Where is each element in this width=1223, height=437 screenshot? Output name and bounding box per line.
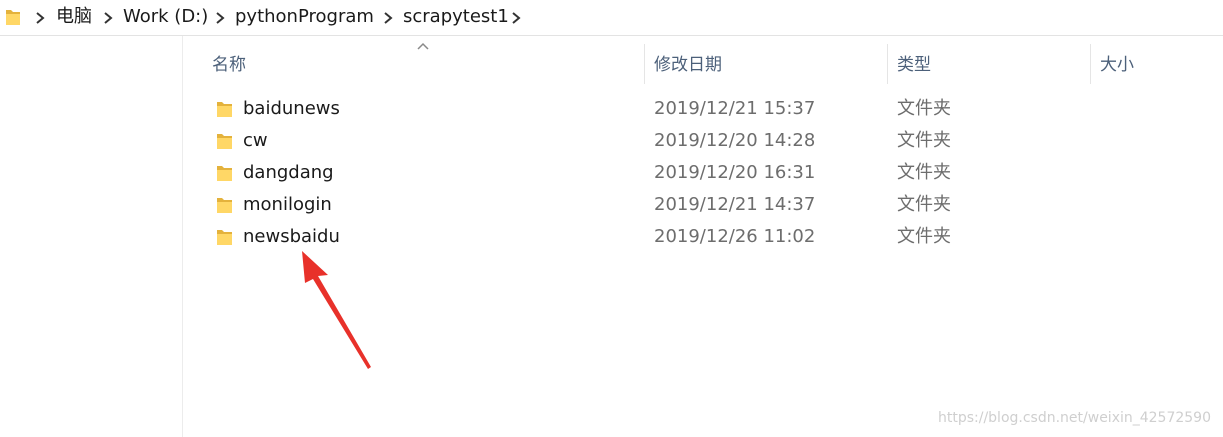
file-name[interactable]: newsbaidu bbox=[243, 225, 340, 249]
breadcrumb-item-scrapytest1[interactable]: scrapytest1 bbox=[403, 5, 509, 29]
file-row[interactable]: cw 2019/12/20 14:28 文件夹 bbox=[203, 125, 1223, 157]
file-name[interactable]: monilogin bbox=[243, 193, 332, 217]
file-modified-date: 2019/12/21 15:37 bbox=[654, 98, 816, 119]
file-row[interactable]: baidunews 2019/12/21 15:37 文件夹 bbox=[203, 93, 1223, 125]
column-header-modified[interactable]: 修改日期 bbox=[654, 52, 722, 82]
column-divider[interactable] bbox=[1090, 44, 1091, 84]
chevron-right-icon[interactable] bbox=[382, 11, 394, 25]
chevron-right-icon[interactable] bbox=[102, 11, 114, 25]
chevron-right-icon[interactable] bbox=[214, 11, 226, 25]
watermark: https://blog.csdn.net/weixin_42572590 bbox=[937, 410, 1211, 426]
annotation-arrow-icon bbox=[302, 251, 371, 369]
navigation-pane[interactable] bbox=[0, 36, 183, 437]
column-divider[interactable] bbox=[887, 44, 888, 84]
file-row[interactable]: newsbaidu 2019/12/26 11:02 文件夹 bbox=[203, 221, 1223, 253]
column-divider[interactable] bbox=[644, 44, 645, 84]
address-bar[interactable]: 电脑 Work (D:) pythonProgram scrapytest1 bbox=[0, 0, 1223, 36]
folder-icon bbox=[217, 230, 232, 245]
file-row[interactable]: dangdang 2019/12/20 16:31 文件夹 bbox=[203, 157, 1223, 189]
file-explorer-window: 电脑 Work (D:) pythonProgram scrapytest1 名… bbox=[0, 0, 1223, 437]
column-header-type[interactable]: 类型 bbox=[897, 52, 931, 82]
file-type: 文件夹 bbox=[897, 162, 951, 183]
file-type: 文件夹 bbox=[897, 226, 951, 247]
file-modified-date: 2019/12/20 16:31 bbox=[654, 162, 816, 183]
file-modified-date: 2019/12/21 14:37 bbox=[654, 194, 816, 215]
breadcrumb-item-pc[interactable]: 电脑 bbox=[56, 5, 92, 29]
file-type: 文件夹 bbox=[897, 194, 951, 215]
sort-ascending-caret-icon bbox=[417, 42, 429, 50]
folder-icon bbox=[217, 102, 232, 117]
folder-icon bbox=[217, 134, 232, 149]
folder-icon bbox=[6, 10, 20, 25]
chevron-right-icon[interactable] bbox=[34, 11, 46, 25]
folder-icon bbox=[217, 166, 232, 181]
file-name[interactable]: cw bbox=[243, 129, 268, 153]
file-modified-date: 2019/12/20 14:28 bbox=[654, 130, 816, 151]
breadcrumb-item-drive[interactable]: Work (D:) bbox=[123, 5, 208, 29]
file-modified-date: 2019/12/26 11:02 bbox=[654, 226, 816, 247]
column-header-name[interactable]: 名称 bbox=[212, 52, 246, 82]
folder-icon bbox=[217, 198, 232, 213]
file-row[interactable]: monilogin 2019/12/21 14:37 文件夹 bbox=[203, 189, 1223, 221]
breadcrumb-item-pythonprogram[interactable]: pythonProgram bbox=[235, 5, 374, 29]
file-name[interactable]: baidunews bbox=[243, 97, 340, 121]
file-type: 文件夹 bbox=[897, 130, 951, 151]
file-type: 文件夹 bbox=[897, 98, 951, 119]
chevron-right-icon[interactable] bbox=[510, 11, 522, 25]
column-header-size[interactable]: 大小 bbox=[1100, 52, 1134, 82]
file-name[interactable]: dangdang bbox=[243, 161, 334, 185]
